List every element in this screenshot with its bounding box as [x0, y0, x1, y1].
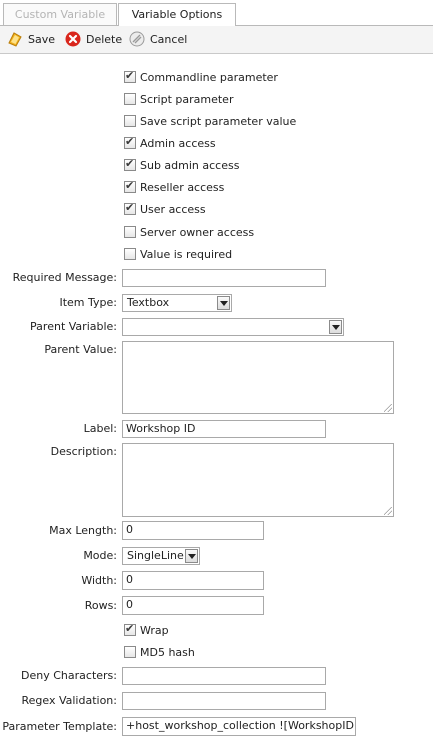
parameter-template-input[interactable]: +host_workshop_collection ![WorkshopID]	[122, 717, 356, 736]
save-script-parameter-value-checkbox[interactable]	[124, 115, 136, 127]
required-message-input[interactable]	[122, 269, 326, 287]
option-user-access: User access	[0, 201, 433, 217]
regex-validation-label: Regex Validation:	[21, 694, 117, 707]
tab-variable-options[interactable]: Variable Options	[118, 3, 236, 26]
max-length-input[interactable]: 0	[122, 521, 264, 540]
required-message-label: Required Message:	[12, 271, 117, 284]
parent-variable-select[interactable]	[122, 318, 344, 336]
wrap-checkbox[interactable]	[124, 622, 136, 636]
save-label: Save	[28, 33, 56, 46]
width-input[interactable]: 0	[122, 571, 264, 590]
width-row: Width: 0	[0, 571, 433, 590]
description-label: Description:	[50, 445, 117, 458]
md5-row: MD5 hash	[0, 646, 433, 660]
label-input[interactable]: Workshop ID	[122, 420, 326, 438]
option-commandline-parameter: Commandline parameter	[0, 69, 433, 85]
mode-row: Mode: SingleLine	[0, 547, 433, 565]
rows-row: Rows: 0	[0, 596, 433, 615]
wrap-label: Wrap	[140, 624, 169, 637]
sub-admin-access-label: Sub admin access	[140, 159, 240, 172]
description-textarea[interactable]	[122, 443, 394, 517]
deny-characters-input[interactable]	[122, 667, 326, 685]
delete-label: Delete	[86, 33, 123, 46]
mode-label: Mode:	[83, 549, 117, 562]
parent-variable-label: Parent Variable:	[30, 320, 117, 333]
wrap-row: Wrap	[0, 622, 433, 638]
label-label: Label:	[83, 422, 117, 435]
option-reseller-access: Reseller access	[0, 179, 433, 195]
width-label: Width:	[81, 574, 117, 587]
parent-value-label: Parent Value:	[44, 343, 117, 356]
script-parameter-checkbox[interactable]	[124, 93, 136, 105]
option-admin-access: Admin access	[0, 135, 433, 151]
tab-custom-variable[interactable]: Custom Variable	[3, 3, 117, 25]
tab-bar: Custom Variable Variable Options	[0, 0, 433, 26]
option-value-is-required: Value is required	[0, 248, 433, 262]
max-length-row: Max Length: 0	[0, 521, 433, 540]
cancel-icon	[129, 31, 145, 47]
commandline-parameter-checkbox[interactable]	[124, 69, 136, 83]
option-save-script-parameter-value: Save script parameter value	[0, 115, 433, 129]
user-access-label: User access	[140, 203, 206, 216]
mode-select[interactable]: SingleLine	[122, 547, 200, 565]
max-length-label: Max Length:	[49, 524, 117, 537]
chevron-down-icon	[185, 549, 198, 563]
sub-admin-access-checkbox[interactable]	[124, 157, 136, 171]
option-sub-admin-access: Sub admin access	[0, 157, 433, 173]
parent-value-row: Parent Value:	[0, 341, 433, 414]
delete-button[interactable]: Delete	[65, 31, 123, 48]
rows-input[interactable]: 0	[122, 596, 264, 615]
chevron-down-icon	[217, 296, 230, 310]
save-button[interactable]: Save	[7, 31, 57, 48]
deny-characters-label: Deny Characters:	[21, 669, 117, 682]
label-row: Label: Workshop ID	[0, 420, 433, 438]
regex-validation-row: Regex Validation:	[0, 692, 433, 710]
description-row: Description:	[0, 443, 433, 517]
option-server-owner-access: Server owner access	[0, 226, 433, 240]
resize-grip-icon[interactable]	[384, 507, 392, 515]
save-script-parameter-value-label: Save script parameter value	[140, 115, 297, 128]
reseller-access-label: Reseller access	[140, 181, 225, 194]
server-owner-access-checkbox[interactable]	[124, 226, 136, 238]
item-type-select[interactable]: Textbox	[122, 294, 232, 312]
script-parameter-label: Script parameter	[140, 93, 234, 106]
parent-value-textarea[interactable]	[122, 341, 394, 414]
cancel-button[interactable]: Cancel	[129, 31, 189, 48]
deny-characters-row: Deny Characters:	[0, 667, 433, 685]
mode-value: SingleLine	[127, 549, 184, 562]
admin-access-checkbox[interactable]	[124, 135, 136, 149]
admin-access-label: Admin access	[140, 137, 216, 150]
option-script-parameter: Script parameter	[0, 93, 433, 107]
item-type-value: Textbox	[127, 296, 170, 309]
item-type-row: Item Type: Textbox	[0, 294, 433, 312]
value-is-required-label: Value is required	[140, 248, 233, 261]
parameter-template-row: Parameter Template: +host_workshop_colle…	[0, 717, 433, 736]
parameter-template-label: Parameter Template:	[2, 720, 117, 733]
md5-hash-checkbox[interactable]	[124, 646, 136, 658]
parent-variable-row: Parent Variable:	[0, 318, 433, 336]
resize-grip-icon[interactable]	[384, 404, 392, 412]
rows-label: Rows:	[84, 599, 117, 612]
toolbar: Save Delete Cancel	[0, 26, 433, 54]
reseller-access-checkbox[interactable]	[124, 179, 136, 193]
regex-validation-input[interactable]	[122, 692, 326, 710]
user-access-checkbox[interactable]	[124, 201, 136, 215]
chevron-down-icon	[329, 320, 342, 334]
cancel-label: Cancel	[150, 33, 188, 46]
md5-hash-label: MD5 hash	[140, 646, 195, 659]
save-icon	[8, 32, 22, 47]
delete-icon	[65, 31, 81, 47]
commandline-parameter-label: Commandline parameter	[140, 71, 278, 84]
value-is-required-checkbox[interactable]	[124, 248, 136, 260]
required-message-row: Required Message:	[0, 269, 433, 287]
item-type-label: Item Type:	[59, 296, 117, 309]
server-owner-access-label: Server owner access	[140, 226, 255, 239]
